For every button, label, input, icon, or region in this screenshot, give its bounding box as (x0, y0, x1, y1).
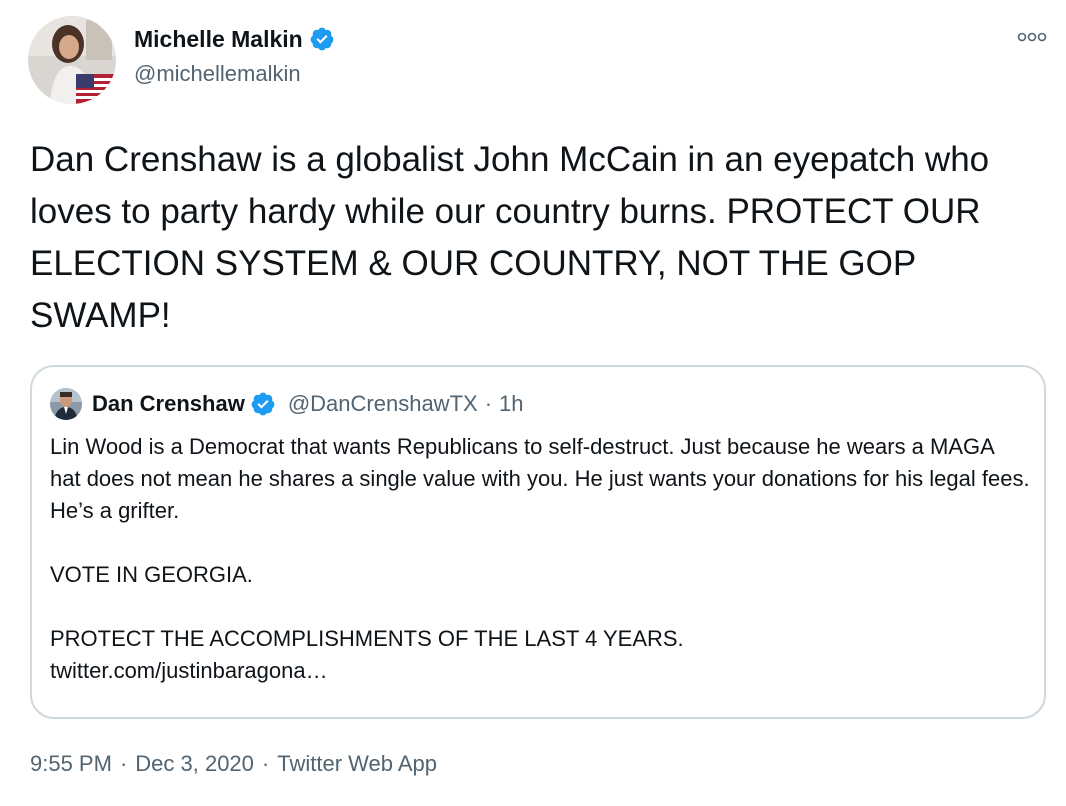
tweet-container: Michelle Malkin @michellemalkin Dan Cren… (0, 0, 1066, 806)
verified-badge-icon (250, 391, 276, 417)
quoted-author-handle: @DanCrenshawTX (287, 391, 478, 416)
separator-dot: · (119, 751, 128, 776)
quoted-author-avatar (50, 388, 82, 420)
author-name[interactable]: Michelle Malkin (134, 24, 303, 54)
author-name-row[interactable]: Michelle Malkin (134, 24, 335, 54)
separator-dot: · (484, 391, 493, 416)
tweet-date[interactable]: Dec 3, 2020 (135, 748, 254, 780)
verified-badge-icon (309, 26, 335, 52)
more-options-button[interactable] (1014, 26, 1050, 50)
quoted-paragraph-2: VOTE IN GEORGIA. (50, 562, 253, 587)
quoted-author-name: Dan Crenshaw (92, 391, 245, 416)
tweet-metadata: 9:55 PM · Dec 3, 2020 · Twitter Web App (30, 748, 437, 780)
quoted-paragraph-1: Lin Wood is a Democrat that wants Republ… (50, 434, 1030, 523)
author-handle[interactable]: @michellemalkin (134, 60, 301, 88)
quoted-link[interactable]: twitter.com/justinbaragona… (50, 655, 1030, 687)
more-horizontal-icon (1017, 29, 1047, 47)
quoted-tweet-header: Dan Crenshaw @DanCrenshawTX · 1h (50, 388, 524, 420)
quoted-tweet-text: Lin Wood is a Democrat that wants Republ… (50, 431, 1030, 687)
tweet-source[interactable]: Twitter Web App (277, 748, 437, 780)
tweet-time[interactable]: 9:55 PM (30, 748, 112, 780)
separator-dot: · (261, 751, 270, 776)
quoted-paragraph-3: PROTECT THE ACCOMPLISHMENTS OF THE LAST … (50, 626, 684, 651)
quoted-tweet-time: 1h (499, 391, 524, 416)
tweet-text: Dan Crenshaw is a globalist John McCain … (30, 140, 999, 335)
author-avatar[interactable] (28, 16, 116, 104)
quoted-tweet-card[interactable]: Dan Crenshaw @DanCrenshawTX · 1h Lin Woo… (30, 365, 1046, 719)
